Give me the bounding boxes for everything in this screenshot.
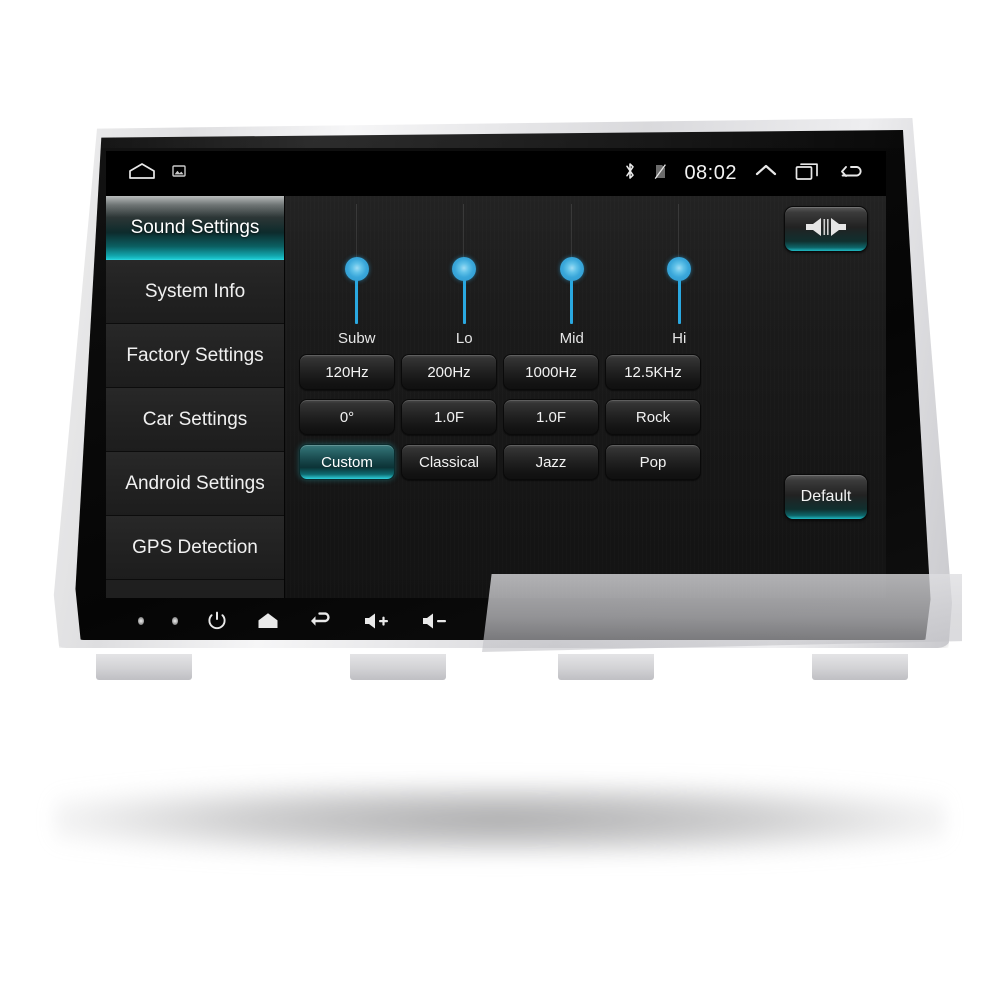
button-label: 1.0F [433,408,464,426]
back-icon[interactable] [838,161,866,186]
slider-lo[interactable]: Lo [411,204,519,347]
eq-button-q-1-0f-a[interactable]: 1.0F [401,399,497,435]
led-indicator-2 [172,617,178,625]
button-label: 200Hz [427,363,471,381]
status-bar-clock: 08:02 [684,162,737,184]
screenshot-icon[interactable] [172,164,186,183]
slider-thumb[interactable] [452,257,477,281]
eq-preset-classical[interactable]: Classical [401,444,497,480]
chevron-up-icon[interactable] [754,162,778,185]
equalizer-sliders: Subw Lo Mid Hi [303,204,734,347]
sidebar-item-label: Android Settings [125,472,265,494]
device-ground-shadow [55,782,945,857]
sim-off-icon [654,162,667,186]
settings-content-area: Sound Settings System Info Factory Setti… [106,196,886,598]
slider-subw[interactable]: Subw [303,204,411,347]
button-label: Rock [635,408,671,426]
slider-label: Hi [672,330,687,347]
sidebar-item-label: Sound Settings [130,216,260,238]
button-label: 1.0F [535,408,566,426]
eq-preset-jazz[interactable]: Jazz [503,444,599,480]
volume-down-button[interactable] [420,611,450,631]
android-status-bar: 08:02 [106,151,886,196]
button-label: 12.5KHz [624,363,682,381]
balance-fader-button[interactable] [784,206,868,252]
eq-button-grid: 120Hz 200Hz 1000Hz 12.5KHz 0° 1.0F 1.0F … [299,354,719,480]
slider-label: Mid [559,330,584,347]
home-icon[interactable] [128,162,156,185]
sidebar-item-label: System Info [144,280,246,302]
sidebar-item-sound-settings[interactable]: Sound Settings [106,196,284,260]
bluetooth-icon [623,161,637,186]
sidebar-item-gps-detection[interactable]: GPS Detection [106,516,284,580]
button-label: 1000Hz [525,363,577,381]
eq-preset-pop[interactable]: Pop [605,444,701,480]
mounting-foot [96,654,192,680]
eq-preset-custom[interactable]: Custom [299,444,395,480]
slider-thumb[interactable] [344,257,369,281]
status-bar-left-group [106,162,186,185]
mounting-foot [812,654,908,680]
eq-button-phase-0deg[interactable]: 0° [299,399,395,435]
eq-button-q-1-0f-b[interactable]: 1.0F [503,399,599,435]
slider-hi[interactable]: Hi [626,204,734,347]
status-bar-right-group: 08:02 [623,161,886,186]
button-label: 0° [339,408,355,426]
power-button[interactable] [206,610,228,632]
back-button[interactable] [308,612,334,630]
slider-label: Lo [455,330,473,347]
sound-settings-panel: Subw Lo Mid Hi 120Hz 200Hz 1000Hz 12.5KH… [285,196,886,598]
led-indicator-1 [138,617,144,625]
sidebar-item-label: Factory Settings [126,344,264,366]
settings-sidebar: Sound Settings System Info Factory Setti… [106,196,285,598]
eq-preset-rock[interactable]: Rock [605,399,701,435]
button-label: Custom [321,453,373,471]
sidebar-item-car-settings[interactable]: Car Settings [106,388,284,452]
volume-up-button[interactable] [362,611,392,631]
slider-mid[interactable]: Mid [518,204,626,347]
default-button[interactable]: Default [784,474,868,520]
home-button[interactable] [256,611,280,631]
mounting-foot [558,654,654,680]
eq-button-12-5khz[interactable]: 12.5KHz [605,354,701,390]
eq-button-120hz[interactable]: 120Hz [299,354,395,390]
sidebar-item-factory-settings[interactable]: Factory Settings [106,324,284,388]
sidebar-item-system-info[interactable]: System Info [106,260,284,324]
button-label: 120Hz [325,363,369,381]
button-label: Pop [639,453,667,471]
button-label: Jazz [535,453,567,471]
slider-thumb[interactable] [667,257,692,281]
slider-thumb[interactable] [559,257,584,281]
car-head-unit-device: 08:02 Sound Settings System Info Factory… [52,118,962,680]
mounting-foot [350,654,446,680]
sidebar-item-android-settings[interactable]: Android Settings [106,452,284,516]
button-label: Classical [418,453,479,471]
default-button-label: Default [800,488,852,505]
sidebar-item-label: GPS Detection [132,536,258,558]
hardware-button-bar [108,600,888,642]
recents-icon[interactable] [795,161,821,186]
eq-button-200hz[interactable]: 200Hz [401,354,497,390]
eq-button-1000hz[interactable]: 1000Hz [503,354,599,390]
touchscreen-display[interactable]: 08:02 Sound Settings System Info Factory… [106,151,886,598]
balance-speakers-icon [803,215,849,244]
slider-label: Subw [337,330,376,347]
sidebar-item-label: Car Settings [142,408,248,430]
